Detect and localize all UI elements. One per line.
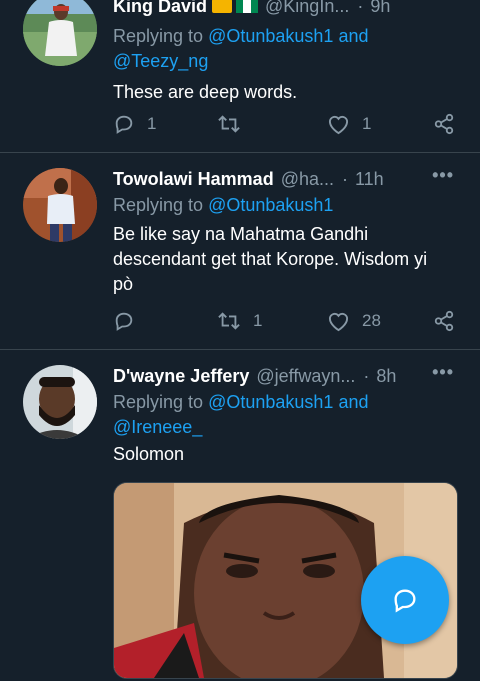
retweet-button[interactable] [217, 109, 253, 139]
replying-prefix: Replying to [113, 392, 204, 412]
tweet-text: These are deep words. [113, 82, 298, 102]
mention-link[interactable]: @Otunbakush1 [208, 392, 333, 412]
tweet-time[interactable]: 9h [370, 0, 390, 20]
like-button[interactable]: 28 [327, 306, 381, 336]
separator-dot: · [363, 366, 370, 386]
like-button[interactable]: 1 [327, 109, 371, 139]
mention-link[interactable]: @Otunbakush1 [208, 195, 333, 215]
like-count: 1 [362, 114, 372, 133]
mention-link[interactable]: @Teezy_ng [113, 51, 208, 71]
mention-link[interactable]: @Ireneee_ [113, 417, 202, 437]
share-button[interactable] [433, 306, 455, 336]
tweet-text: Be like say na Mahatma Gandhi descendant… [113, 222, 460, 297]
reply-icon [115, 115, 133, 134]
reply-button[interactable]: 1 [113, 109, 156, 139]
separator-dot: · [357, 0, 364, 16]
compose-reply-button[interactable] [361, 556, 449, 644]
avatar[interactable] [23, 168, 97, 242]
replying-to: Replying to @Otunbakush1 and @Teezy_ng [113, 24, 460, 74]
mention-link[interactable]: @Otunbakush1 [208, 26, 333, 46]
nigeria-flag-icon [236, 0, 258, 13]
author-handle[interactable]: @KingIn... [265, 0, 349, 20]
author-name[interactable]: King David [113, 0, 207, 20]
tweet-2[interactable]: Towolawi Hammad @ha... · 11h ••• Replyin… [0, 153, 480, 349]
tweet-time[interactable]: 11h [355, 165, 384, 193]
reply-button[interactable] [113, 306, 147, 336]
crown-emoji-icon [212, 0, 233, 13]
reply-count: 1 [147, 114, 157, 133]
tweet-text-line: pò [113, 274, 134, 294]
author-handle[interactable]: @jeffwayn... [256, 362, 355, 390]
replying-prefix: Replying to [113, 195, 204, 215]
separator-dot: · [342, 169, 348, 189]
share-button[interactable] [433, 109, 455, 139]
reply-icon [115, 312, 133, 331]
like-count: 28 [362, 311, 381, 330]
tweet-1[interactable]: King David @KingIn... · 9h Replying to @… [0, 0, 480, 152]
retweet-button[interactable]: 1 [217, 306, 262, 336]
and-text: and [338, 392, 369, 412]
share-icon [434, 310, 454, 332]
replying-to: Replying to @Otunbakush1 and @Ireneee_ [113, 390, 460, 440]
and-text: and [338, 26, 369, 46]
more-options-icon[interactable]: ••• [432, 165, 454, 186]
retweet-count: 1 [253, 311, 263, 330]
compose-reply-icon [394, 589, 416, 613]
author-name[interactable]: D'wayne Jeffery [113, 362, 249, 390]
tweet-text: Solomon [113, 444, 185, 464]
replying-to: Replying to @Otunbakush1 [113, 193, 460, 218]
avatar[interactable] [23, 0, 97, 66]
more-options-icon[interactable]: ••• [432, 362, 454, 383]
heart-icon [328, 312, 349, 331]
tweet-text-line: Be like say na Mahatma Gandhi [113, 224, 369, 244]
retweet-icon [218, 312, 240, 330]
tweet-time[interactable]: 8h [376, 362, 396, 390]
replying-prefix: Replying to [113, 26, 204, 46]
retweet-icon [218, 115, 240, 133]
author-name[interactable]: Towolawi Hammad [113, 165, 274, 193]
heart-icon [328, 115, 349, 134]
author-handle[interactable]: @ha... [281, 165, 334, 193]
tweet-text-line: descendant get that Korope. Wisdom yi [113, 249, 428, 269]
share-icon [434, 113, 454, 135]
avatar[interactable] [23, 365, 97, 439]
